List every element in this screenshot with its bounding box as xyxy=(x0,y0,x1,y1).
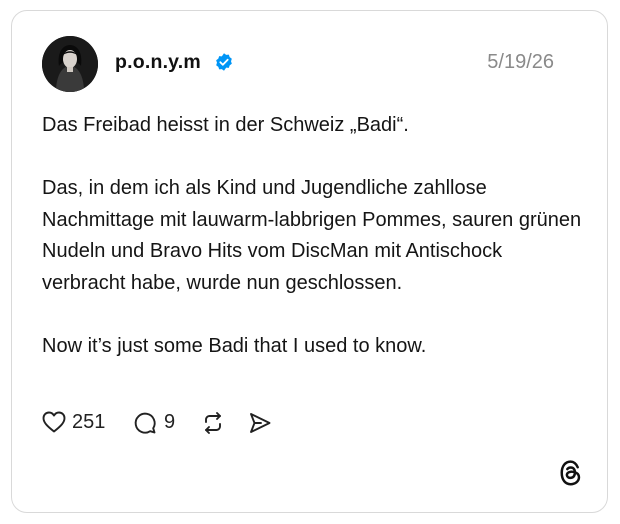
repost-button[interactable] xyxy=(201,409,225,435)
post-paragraph: Now it’s just some Badi that I used to k… xyxy=(42,334,427,357)
repost-icon xyxy=(205,412,221,434)
post-date: 5/19/26 xyxy=(487,51,554,73)
post-paragraph: Das Freibad heisst in der Schweiz „Badi“… xyxy=(42,114,409,136)
reply-bubble-icon xyxy=(134,412,156,434)
share-button[interactable] xyxy=(248,409,272,435)
threads-logo-icon xyxy=(560,460,581,486)
avatar[interactable] xyxy=(42,36,98,92)
post-paragraph: Das, in dem ich als Kind und Jugendliche… xyxy=(42,177,582,294)
username[interactable]: p.o.n.y.m xyxy=(115,51,201,74)
like-button[interactable]: 251 xyxy=(42,409,112,435)
like-count: 251 xyxy=(72,411,106,433)
reply-count: 9 xyxy=(164,411,176,433)
send-icon xyxy=(250,413,271,433)
reply-button[interactable]: 9 xyxy=(133,409,178,435)
post-body: Das Freibad heisst in der Schweiz „Badi“… xyxy=(42,110,582,362)
verified-badge-icon xyxy=(216,53,232,71)
avatar-image xyxy=(42,36,98,92)
heart-icon xyxy=(42,411,66,433)
